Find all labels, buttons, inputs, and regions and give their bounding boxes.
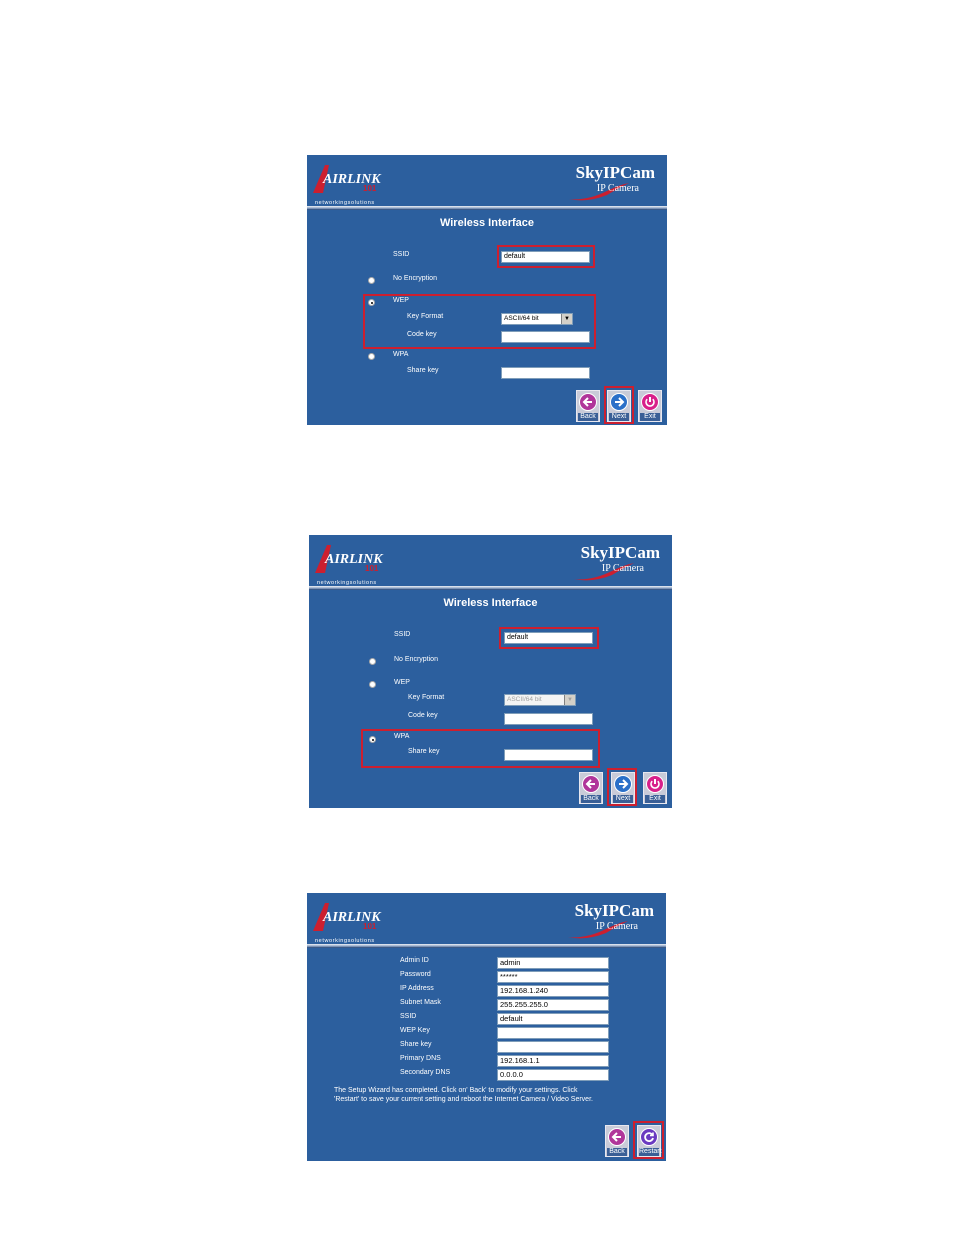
code-key-input[interactable] <box>504 713 593 725</box>
primary-dns-label: Primary DNS <box>400 1055 441 1062</box>
secondary-dns-value: 0.0.0.0 <box>497 1069 609 1081</box>
back-arrow-icon <box>608 1128 626 1146</box>
wpa-section-highlight <box>361 729 600 768</box>
wpa-label: WPA <box>393 351 409 358</box>
wizard-panel-summary: AIRLINK 101 networkingsolutions SkyIPCam… <box>307 893 666 1161</box>
airlink-logo: AIRLINK 101 networkingsolutions <box>311 899 393 944</box>
header-divider <box>309 586 672 590</box>
instruction-line-1: The Setup Wizard has completed. Click on… <box>334 1087 578 1094</box>
admin-id-label: Admin ID <box>400 957 429 964</box>
no-encryption-label: No Encryption <box>393 275 437 282</box>
key-format-label: Key Format <box>408 694 445 701</box>
product-brand: SkyIPCam IP Camera <box>560 543 660 581</box>
product-subtitle: IP Camera <box>595 921 638 932</box>
product-brand: SkyIPCam IP Camera <box>555 163 655 201</box>
exit-button[interactable]: Exit <box>643 772 667 804</box>
header-divider <box>307 944 666 948</box>
password-label: Password <box>400 971 431 978</box>
back-arrow-icon <box>579 393 597 411</box>
ssid-label: SSID <box>393 251 410 258</box>
wizard-panel-wep: AIRLINK 101 networkingsolutions SkyIPCam… <box>307 155 667 425</box>
airlink-logo: AIRLINK 101 networkingsolutions <box>311 161 393 206</box>
wep-key-value <box>497 1027 609 1039</box>
page-title: Wireless Interface <box>443 597 538 609</box>
logo-number: 101 <box>365 564 379 573</box>
power-icon <box>646 775 664 793</box>
no-encryption-radio[interactable] <box>368 277 375 284</box>
subnet-mask-label: Subnet Mask <box>400 999 441 1006</box>
next-button-highlight <box>604 386 634 424</box>
no-encryption-label: No Encryption <box>394 656 438 663</box>
wep-key-label: WEP Key <box>400 1027 430 1034</box>
product-title: SkyIPCam <box>580 543 660 562</box>
chevron-down-icon: ▼ <box>564 695 575 705</box>
ip-address-value: 192.168.1.240 <box>497 985 609 997</box>
ssid-highlight <box>499 627 599 649</box>
back-label: Back <box>578 413 598 421</box>
back-button[interactable]: Back <box>579 772 603 804</box>
exit-button[interactable]: Exit <box>638 390 662 422</box>
page-title: Wireless Interface <box>439 217 535 229</box>
share-key-label: Share key <box>400 1041 432 1048</box>
header: AIRLINK 101 networkingsolutions SkyIPCam… <box>307 893 666 944</box>
exit-label: Exit <box>640 413 660 421</box>
wep-label: WEP <box>394 679 410 686</box>
back-label: Back <box>581 795 601 803</box>
no-encryption-radio[interactable] <box>369 658 376 665</box>
exit-label: Exit <box>645 795 665 803</box>
secondary-dns-label: Secondary DNS <box>400 1069 451 1076</box>
ssid-value: default <box>497 1013 609 1025</box>
wep-radio[interactable] <box>369 681 376 688</box>
product-title: SkyIPCam <box>575 163 655 182</box>
wizard-panel-wpa: AIRLINK 101 networkingsolutions SkyIPCam… <box>309 535 672 808</box>
back-label: Back <box>607 1148 627 1156</box>
instruction-line-2: 'Restart' to save your current setting a… <box>334 1096 593 1103</box>
wpa-radio[interactable] <box>368 353 375 360</box>
back-button[interactable]: Back <box>576 390 600 422</box>
wep-section-highlight <box>363 294 596 349</box>
airlink-logo: AIRLINK 101 networkingsolutions <box>313 541 395 586</box>
power-icon <box>641 393 659 411</box>
ssid-label: SSID <box>400 1013 417 1020</box>
logo-number: 101 <box>363 922 377 931</box>
completion-instructions: The Setup Wizard has completed. Click on… <box>334 1086 593 1104</box>
ssid-highlight <box>497 245 595 268</box>
product-subtitle: IP Camera <box>601 563 644 574</box>
ssid-label: SSID <box>394 631 411 638</box>
subnet-mask-value: 255.255.255.0 <box>497 999 609 1011</box>
share-key-input[interactable] <box>501 367 590 379</box>
product-subtitle: IP Camera <box>596 183 639 194</box>
code-key-label: Code key <box>408 712 438 719</box>
back-button[interactable]: Back <box>605 1125 629 1157</box>
ip-address-label: IP Address <box>400 985 434 992</box>
logo-number: 101 <box>363 184 377 193</box>
product-title: SkyIPCam <box>574 901 654 920</box>
primary-dns-value: 192.168.1.1 <box>497 1055 609 1067</box>
back-arrow-icon <box>582 775 600 793</box>
header: AIRLINK 101 networkingsolutions SkyIPCam… <box>307 155 667 206</box>
header-divider <box>307 206 667 210</box>
restart-button-highlight <box>633 1121 664 1159</box>
next-button-highlight <box>607 768 637 806</box>
share-key-label: Share key <box>407 367 439 374</box>
share-key-value <box>497 1041 609 1053</box>
header: AIRLINK 101 networkingsolutions SkyIPCam… <box>309 535 672 586</box>
password-value: ****** <box>497 971 609 983</box>
key-format-select[interactable]: ASCII/64 bit ▼ <box>504 694 576 706</box>
admin-id-value: admin <box>497 957 609 969</box>
product-brand: SkyIPCam IP Camera <box>554 901 654 939</box>
key-format-value: ASCII/64 bit <box>507 696 542 703</box>
